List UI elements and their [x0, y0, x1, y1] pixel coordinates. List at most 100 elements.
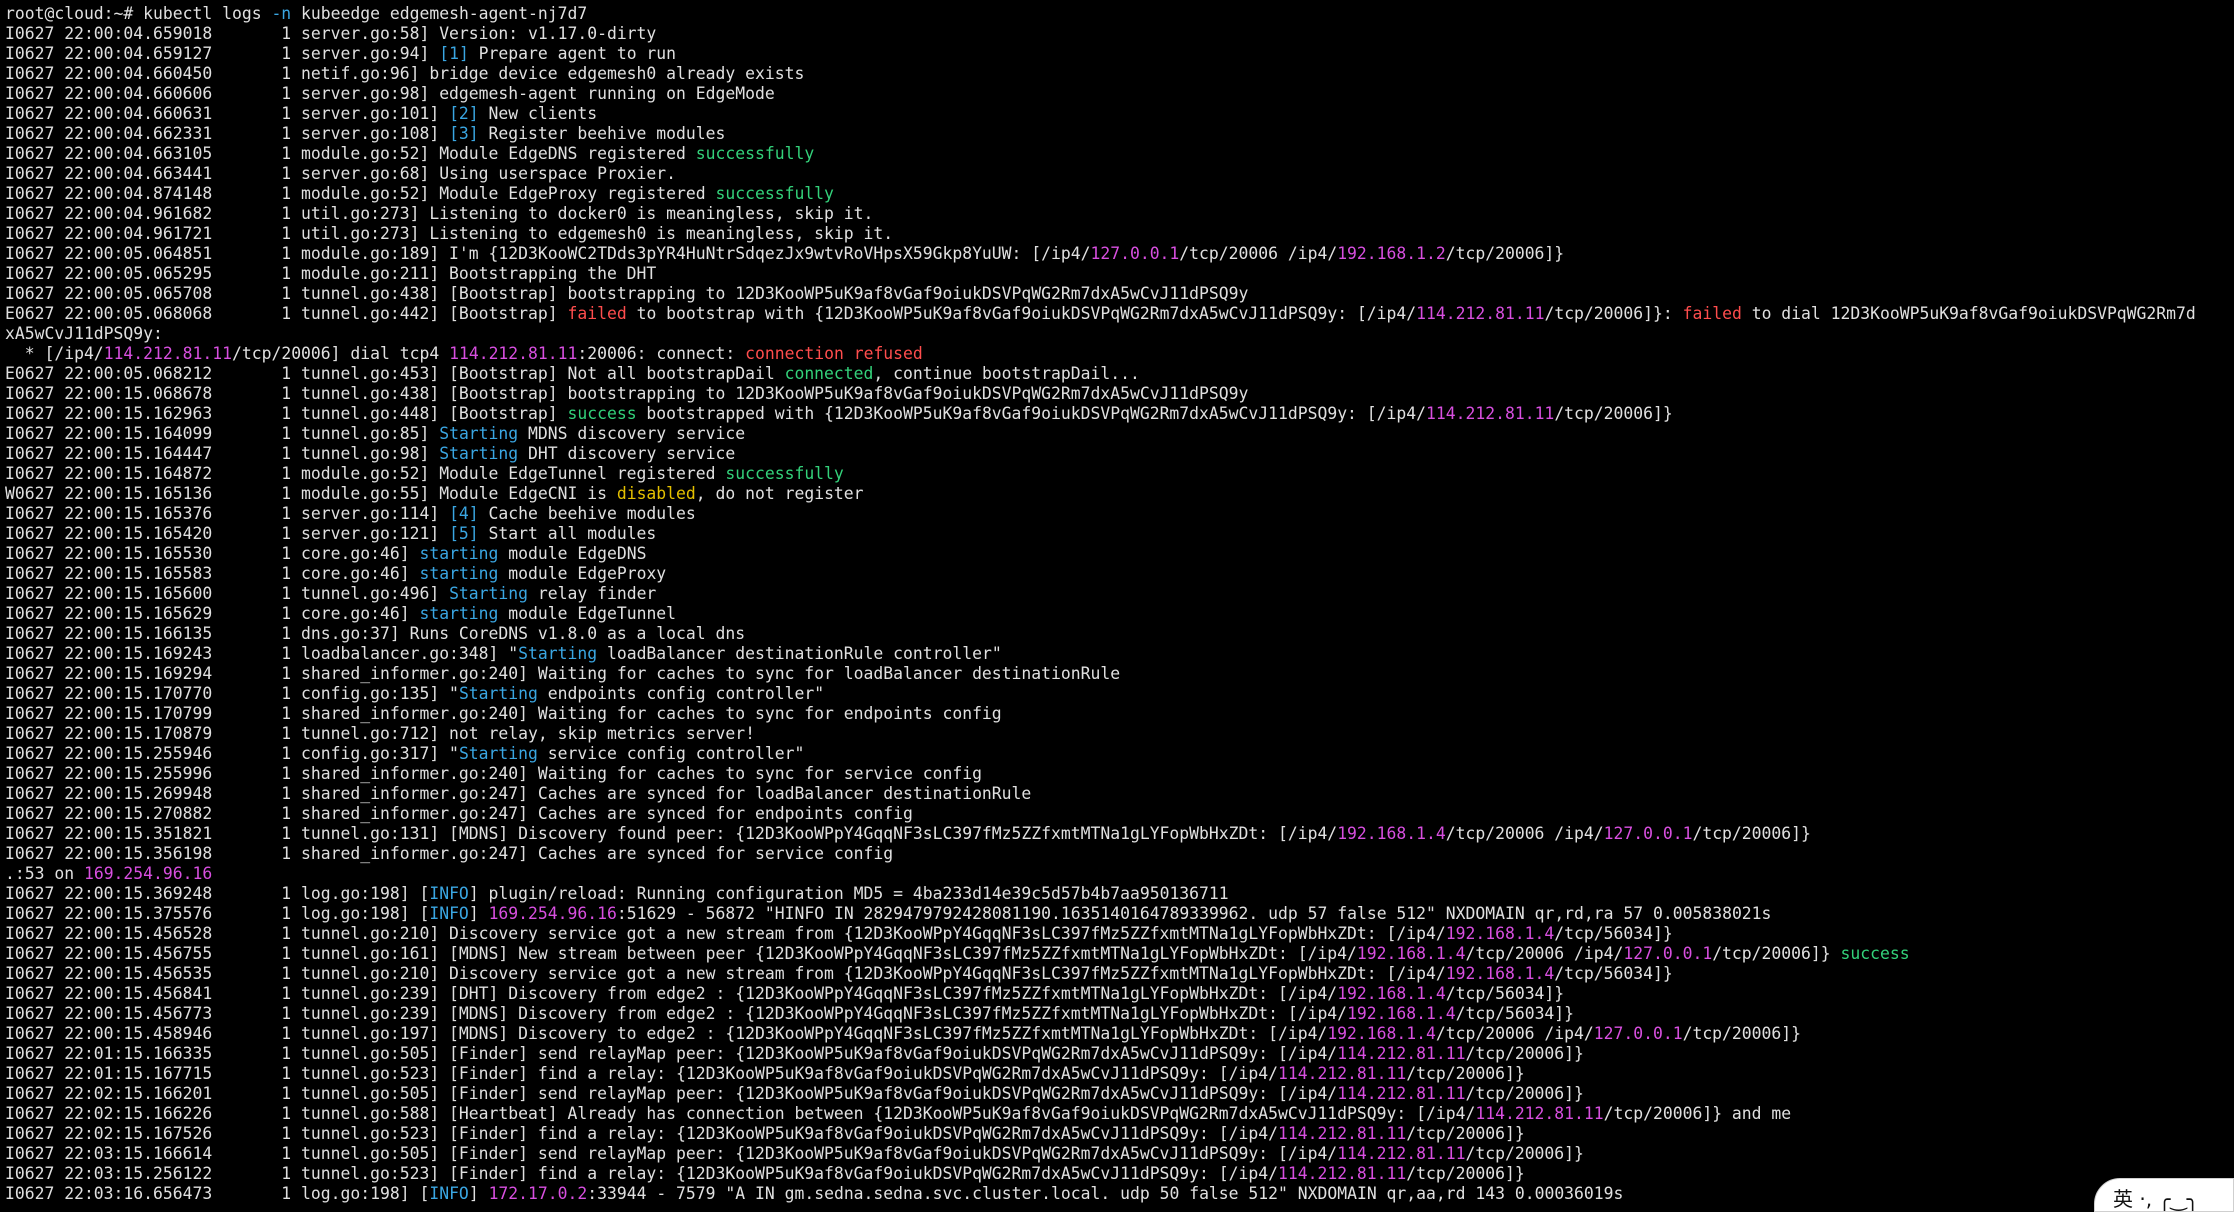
log-line: I0627 22:00:15.166135 1 dns.go:37] Runs …: [5, 624, 2234, 644]
log-line: I0627 22:00:05.065295 1 module.go:211] B…: [5, 264, 2234, 284]
log-text-segment: /tcp/56034]}: [1554, 924, 1673, 943]
log-line: I0627 22:00:15.170770 1 config.go:135] "…: [5, 684, 2234, 704]
log-line: I0627 22:00:15.456755 1 tunnel.go:161] […: [5, 944, 2234, 964]
log-text-segment: to bootstrap with {12D3KooWP5uK9af8vGaf9…: [626, 304, 1417, 323]
log-text-segment: 192.168.1.4: [1327, 1024, 1436, 1043]
log-line: I0627 22:00:15.164447 1 tunnel.go:98] St…: [5, 444, 2234, 464]
log-text-segment: ]: [468, 904, 489, 923]
log-text-segment: I0627 22:00:05.064851 1 module.go:189] I…: [5, 244, 1091, 263]
log-text-segment: I0627 22:00:04.660450 1 netif.go:96] bri…: [5, 64, 805, 83]
log-line: I0627 22:03:15.166614 1 tunnel.go:505] […: [5, 1144, 2234, 1164]
log-line: I0627 22:00:15.068678 1 tunnel.go:438] […: [5, 384, 2234, 404]
log-text-segment: , continue bootstrapDail...: [873, 364, 1140, 383]
log-line: I0627 22:00:04.663441 1 server.go:68] Us…: [5, 164, 2234, 184]
log-text-segment: I0627 22:00:15.375576 1 log.go:198] [: [5, 904, 430, 923]
log-text-segment: :51629 - 56872 "HINFO IN 282947979242808…: [616, 904, 1772, 923]
log-line: I0627 22:00:15.351821 1 tunnel.go:131] […: [5, 824, 2234, 844]
log-text-segment: success: [1840, 944, 1910, 963]
log-text-segment: Cache beehive modules: [478, 504, 696, 523]
log-line: I0627 22:00:15.369248 1 log.go:198] [INF…: [5, 884, 2234, 904]
log-line: I0627 22:00:15.165420 1 server.go:121] […: [5, 524, 2234, 544]
log-text-segment: 127.0.0.1: [1090, 244, 1180, 263]
log-line: I0627 22:00:04.961682 1 util.go:273] Lis…: [5, 204, 2234, 224]
log-text-segment: /tcp/20006]}: [1712, 944, 1841, 963]
log-line: I0627 22:00:04.663105 1 module.go:52] Mo…: [5, 144, 2234, 164]
log-text-segment: [4]: [449, 504, 479, 523]
log-text-segment: /tcp/20006]}: [1406, 1064, 1525, 1083]
log-text-segment: I0627 22:00:15.356198 1 shared_informer.…: [5, 844, 894, 863]
log-text-segment: 114.212.81.11: [1337, 1084, 1466, 1103]
log-text-segment: I0627 22:00:15.165420 1 server.go:121]: [5, 524, 450, 543]
log-text-segment: /tcp/20006]}: [1465, 1144, 1584, 1163]
log-line: I0627 22:00:04.660631 1 server.go:101] […: [5, 104, 2234, 124]
log-text-segment: I0627 22:02:15.166201 1 tunnel.go:505] […: [5, 1084, 1338, 1103]
log-line: I0627 22:00:15.165583 1 core.go:46] star…: [5, 564, 2234, 584]
log-text-segment: I0627 22:03:15.166614 1 tunnel.go:505] […: [5, 1144, 1338, 1163]
log-text-segment: /tcp/20006 /ip4/: [1179, 244, 1338, 263]
log-text-segment: /tcp/20006 /ip4/: [1445, 824, 1604, 843]
log-line: I0627 22:00:15.456535 1 tunnel.go:210] D…: [5, 964, 2234, 984]
log-line: I0627 22:00:15.456528 1 tunnel.go:210] D…: [5, 924, 2234, 944]
log-text-segment: I0627 22:00:15.456528 1 tunnel.go:210] D…: [5, 924, 1446, 943]
log-text-segment: ] plugin/reload: Running configuration M…: [468, 884, 1229, 903]
log-text-segment: I0627 22:00:04.663105 1 module.go:52] Mo…: [5, 144, 696, 163]
log-text-segment: 114.212.81.11: [1426, 404, 1555, 423]
log-line: I0627 22:00:15.165600 1 tunnel.go:496] S…: [5, 584, 2234, 604]
log-line: I0627 22:00:04.659127 1 server.go:94] [1…: [5, 44, 2234, 64]
log-text-segment: W0627 22:00:15.165136 1 module.go:55] Mo…: [5, 484, 617, 503]
log-text-segment: [5]: [449, 524, 479, 543]
log-text-segment: I0627 22:00:15.162963 1 tunnel.go:448] […: [5, 404, 568, 423]
log-text-segment: 192.168.1.4: [1356, 944, 1466, 963]
log-text-segment: I0627 22:00:15.456773 1 tunnel.go:239] […: [5, 1004, 1348, 1023]
log-text-segment: INFO: [429, 1184, 469, 1203]
log-text-segment: I0627 22:00:15.351821 1 tunnel.go:131] […: [5, 824, 1338, 843]
log-text-segment: I0627 22:00:05.065708 1 tunnel.go:438] […: [5, 284, 1249, 303]
log-text-segment: 114.212.81.11: [1277, 1064, 1407, 1083]
log-line: I0627 22:00:15.375576 1 log.go:198] [INF…: [5, 904, 2234, 924]
log-line: I0627 22:00:15.269948 1 shared_informer.…: [5, 784, 2234, 804]
ime-status-indicator[interactable]: 英 ·, ╭‿╮: [2094, 1178, 2234, 1212]
shell-prompt-line: root@cloud:~# kubectl logs -n kubeedge e…: [5, 4, 2234, 24]
log-line: I0627 22:02:15.167526 1 tunnel.go:523] […: [5, 1124, 2234, 1144]
terminal-window[interactable]: root@cloud:~# kubectl logs -n kubeedge e…: [0, 0, 2234, 1212]
log-text-segment: kubeedge edgemesh-agent-nj7d7: [291, 4, 588, 23]
log-text-segment: 192.168.1.4: [1337, 984, 1446, 1003]
log-line: I0627 22:00:15.170799 1 shared_informer.…: [5, 704, 2234, 724]
log-text-segment: :33944 - 7579 "A IN gm.sedna.sedna.svc.c…: [587, 1184, 1624, 1203]
log-text-segment: 114.212.81.11: [1416, 304, 1545, 323]
log-text-segment: I0627 22:00:15.270882 1 shared_informer.…: [5, 804, 913, 823]
log-text-segment: I0627 22:00:15.164099 1 tunnel.go:85]: [5, 424, 440, 443]
log-text-segment: connection refused: [745, 344, 923, 363]
log-text-segment: Starting: [458, 744, 538, 763]
log-text-segment: 192.168.1.4: [1347, 1004, 1456, 1023]
log-text-segment: /tcp/20006 /ip4/: [1465, 944, 1624, 963]
log-text-segment: bootstrapped with {12D3KooWP5uK9af8vGaf9…: [636, 404, 1427, 423]
log-text-segment: 114.212.81.11: [1277, 1124, 1407, 1143]
log-text-segment: 192.168.1.4: [1445, 924, 1555, 943]
log-text-segment: -n: [271, 4, 292, 23]
log-line: I0627 22:00:15.164872 1 module.go:52] Mo…: [5, 464, 2234, 484]
log-text-segment: I0627 22:00:04.659018 1 server.go:58] Ve…: [5, 24, 657, 43]
log-text-segment: [3]: [449, 124, 479, 143]
log-text-segment: 127.0.0.1: [1603, 824, 1693, 843]
log-text-segment: I0627 22:00:15.458946 1 tunnel.go:197] […: [5, 1024, 1328, 1043]
log-text-segment: E0627 22:00:05.068068 1 tunnel.go:442] […: [5, 304, 568, 323]
log-line: I0627 22:00:15.165530 1 core.go:46] star…: [5, 544, 2234, 564]
log-text-segment: starting: [419, 604, 499, 623]
log-text-segment: I0627 22:00:15.068678 1 tunnel.go:438] […: [5, 384, 1249, 403]
log-line: I0627 22:00:04.660450 1 netif.go:96] bri…: [5, 64, 2234, 84]
log-text-segment: I0627 22:00:15.164447 1 tunnel.go:98]: [5, 444, 440, 463]
log-line: W0627 22:00:15.165136 1 module.go:55] Mo…: [5, 484, 2234, 504]
log-text-segment: I0627 22:00:04.662331 1 server.go:108]: [5, 124, 450, 143]
log-line: I0627 22:00:15.456841 1 tunnel.go:239] […: [5, 984, 2234, 1004]
log-text-segment: Starting: [458, 684, 538, 703]
log-text-segment: /tcp/20006]}: [1406, 1164, 1525, 1183]
log-text-segment: I0627 22:00:15.456535 1 tunnel.go:210] D…: [5, 964, 1446, 983]
log-text-segment: I0627 22:00:15.456841 1 tunnel.go:239] […: [5, 984, 1338, 1003]
log-text-segment: I0627 22:00:15.170879 1 tunnel.go:712] n…: [5, 724, 755, 743]
log-text-segment: Register beehive modules: [478, 124, 726, 143]
log-text-segment: 114.212.81.11: [1277, 1164, 1407, 1183]
log-text-segment: ]: [468, 1184, 489, 1203]
log-line: I0627 22:00:15.270882 1 shared_informer.…: [5, 804, 2234, 824]
log-text-segment: starting: [419, 564, 499, 583]
